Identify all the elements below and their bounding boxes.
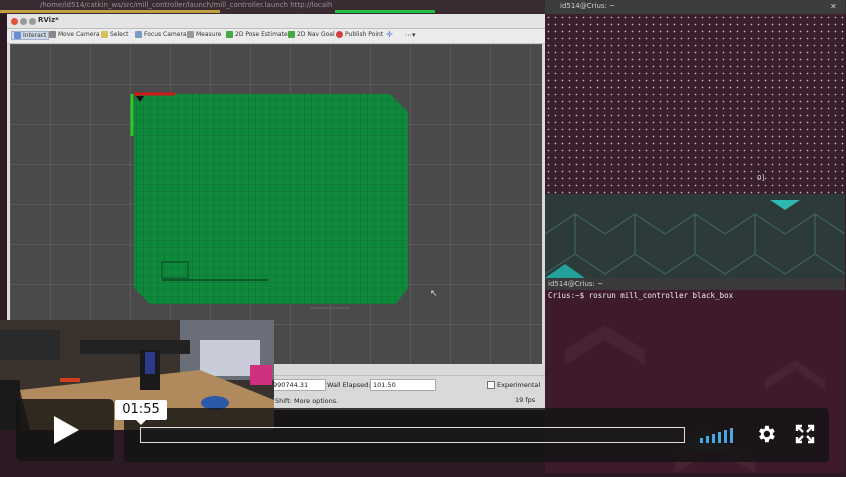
tool-move-camera[interactable]: Move Camera <box>49 31 100 38</box>
window-maximize-icon[interactable] <box>29 18 36 25</box>
terminal-1-title: id514@Crius: ~ <box>560 2 615 10</box>
window-close-icon[interactable] <box>11 18 18 25</box>
status-hint: Shift: More options. <box>275 397 339 405</box>
top-progress-strip <box>0 10 220 13</box>
tool-label: 2D Pose Estimate <box>235 31 288 38</box>
tool-2d-pose-estimate[interactable]: 2D Pose Estimate <box>226 31 288 38</box>
rviz-window-title: RViz* <box>38 16 59 24</box>
progress-timeline[interactable] <box>140 427 685 443</box>
top-progress-strip-green <box>335 10 435 13</box>
ruler-icon <box>187 31 194 38</box>
tool-label: Move Camera <box>58 31 100 38</box>
wall-elapsed-label: Wall Elapsed: <box>327 381 371 389</box>
tool-focus-camera[interactable]: Focus Camera <box>135 31 187 38</box>
rviz-titlebar[interactable] <box>7 14 545 29</box>
toolbar-overflow-icon[interactable]: ⋯▾ <box>405 31 416 39</box>
settings-gear-icon[interactable] <box>755 423 777 449</box>
tool-label: Focus Camera <box>144 31 187 38</box>
hexagon-pattern-icon <box>544 200 846 278</box>
fullscreen-icon[interactable] <box>795 424 815 448</box>
play-icon <box>54 416 79 444</box>
focus-icon <box>135 31 142 38</box>
tool-label: Measure <box>196 31 222 38</box>
close-icon[interactable]: ✕ <box>830 2 837 11</box>
rviz-3d-viewport[interactable]: ↖ <box>10 44 542 364</box>
tool-publish-point[interactable]: Publish Point <box>336 31 383 38</box>
crosshair-icon[interactable]: ✛ <box>386 30 393 39</box>
window-minimize-icon[interactable] <box>20 18 27 25</box>
play-button[interactable] <box>16 399 114 461</box>
svg-text:↖: ↖ <box>430 289 438 299</box>
tool-label: Interact <box>23 32 47 39</box>
pose-arrow-icon <box>226 31 233 38</box>
volume-icon[interactable] <box>700 425 738 449</box>
tool-interact[interactable]: Interact <box>11 31 50 40</box>
experimental-checkbox[interactable] <box>487 381 495 389</box>
desktop-wallpaper <box>544 194 846 278</box>
cursor-icon <box>14 32 21 39</box>
terminal-2-command-line: Crius:~$ rosrun mill_controller black_bo… <box>548 291 734 300</box>
wall-elapsed-field[interactable]: 101.50 <box>370 379 436 391</box>
tool-label: Select <box>110 31 129 38</box>
pin-icon <box>336 31 343 38</box>
tool-2d-nav-goal[interactable]: 2D Nav Goal <box>288 31 335 38</box>
select-box-icon <box>101 31 108 38</box>
goal-arrow-icon <box>288 31 295 38</box>
window-path-title: /home/id514/catkin_ws/src/mill_controlle… <box>40 1 333 9</box>
camera-icon <box>49 31 56 38</box>
tool-measure[interactable]: Measure <box>187 31 222 38</box>
fps-counter: 19 fps <box>515 396 536 404</box>
terminal-2-title: id514@Crius: ~ <box>548 280 603 288</box>
tool-select[interactable]: Select <box>101 31 129 38</box>
ros-elapsed-field[interactable]: 990744.31 <box>270 379 326 391</box>
tool-label: Publish Point <box>345 31 384 38</box>
terminal-1-output-area[interactable] <box>545 14 845 194</box>
experimental-label: Experimental <box>497 381 541 389</box>
occupancy-grid-map: ↖ <box>130 92 438 309</box>
tool-label: 2D Nav Goal <box>297 31 335 38</box>
terminal-1-output: 0] <box>757 174 765 182</box>
current-time-tooltip: 01:55 <box>115 400 167 420</box>
tooltip-arrow <box>136 420 146 425</box>
